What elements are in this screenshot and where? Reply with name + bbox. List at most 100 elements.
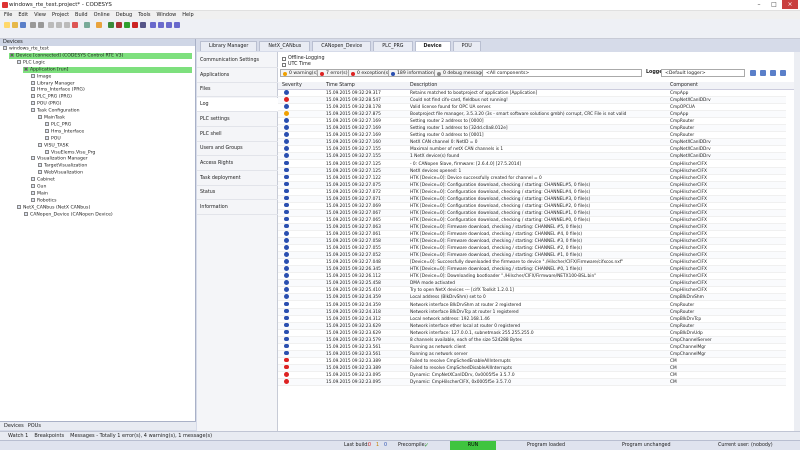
menu-window[interactable]: Window [157,11,177,19]
component-select[interactable]: <All components> [482,69,642,77]
device-nav-item[interactable]: Communication Settings [197,54,278,68]
log-row[interactable]: 15.09.2015 09:32:27.065 HTK [Device=0]: C… [278,216,786,224]
reset-icon[interactable] [140,22,146,28]
cut-icon[interactable] [48,22,54,28]
log-row[interactable]: 15.09.2015 09:32:27.072 HTK [Device=0]: C… [278,188,786,196]
log-row[interactable]: 15.09.2015 09:32:27.875 Bootproject file … [278,111,786,119]
menu-edit[interactable]: Edit [18,11,28,19]
device-nav-item[interactable]: Users and Groups [197,142,278,157]
doc-tab[interactable]: Device [414,41,451,51]
log-row[interactable]: 15.09.2015 09:32:23.389 Failed to resolve… [278,364,786,372]
start-icon[interactable] [124,22,130,28]
log-row[interactable]: 15.09.2015 09:32:27.048 [Device=0]: Succe… [278,259,786,267]
tree-item[interactable]: VisuElems.Visu_Prg [44,149,192,156]
device-nav-item[interactable]: PLC settings [197,113,278,127]
device-nav-item[interactable]: Applications [197,69,278,83]
menu-online[interactable]: Online [94,11,110,19]
log-row[interactable]: 15.09.2015 09:32:27.169 Setting router 1 … [278,125,786,133]
log-row[interactable]: 15.09.2015 09:32:27.075 HTK [Device=0]: C… [278,181,786,189]
log-row[interactable]: 15.09.2015 09:32:27.169 Setting router 0 … [278,132,786,140]
tab-watch-1[interactable]: Watch 1 [8,432,28,440]
doc-tab[interactable]: CANopen_Device [312,41,372,51]
log-row[interactable]: 15.09.2015 09:32:23.095 Dynamic: CmpNetXC… [278,372,786,380]
log-row[interactable]: 15.09.2015 09:32:23.561 Running as networ… [278,343,786,351]
log-row[interactable]: 15.09.2015 09:32:23.579 8 channels availa… [278,336,786,344]
log-row[interactable]: 15.09.2015 09:32:25.458 DMA mode activate… [278,280,786,288]
log-row[interactable]: 15.09.2015 09:32:23.629 Network interface… [278,329,786,337]
menu-debug[interactable]: Debug [116,11,132,19]
tree-item[interactable]: TargetVisualization [37,163,192,169]
tree-item[interactable]: Image [30,73,192,80]
log-row[interactable]: 15.09.2015 09:32:28.547 Could not find ci… [278,97,786,105]
device-nav-item[interactable]: Files [197,83,278,98]
tree-item[interactable]: Application [run] [23,66,192,73]
paste-icon[interactable] [64,22,70,28]
col-description[interactable]: Description [410,82,437,90]
menu-help[interactable]: Help [182,11,193,19]
copy-icon[interactable] [56,22,62,28]
tab-messages[interactable]: Messages - Totally 1 error(s), 4 warning… [70,432,212,440]
log-row[interactable]: 15.09.2015 09:32:27.125 NetX devices open… [278,167,786,175]
log-row[interactable]: 15.09.2015 09:32:27.058 HTK [Device=0]: F… [278,238,786,246]
log-row[interactable]: 15.09.2015 09:32:23.629 Network interface… [278,322,786,330]
log-row[interactable]: 15.09.2015 09:32:25.410 Try to open NetX … [278,287,786,295]
breakpoint-icon[interactable] [150,22,156,28]
step-over-icon[interactable] [158,22,164,28]
filter-warnings-button[interactable]: 0 warning(s) [280,69,322,77]
stop-icon[interactable] [132,22,138,28]
utc-time-checkbox[interactable] [282,63,286,67]
menu-build[interactable]: Build [75,11,88,19]
offline-logging-checkbox[interactable] [282,57,286,61]
log-row[interactable]: 15.09.2015 09:32:27.071 HTK [Device=0]: C… [278,195,786,203]
log-row[interactable]: 15.09.2015 09:32:26.345 HTK [Device=0]: F… [278,266,786,274]
log-row[interactable]: 15.09.2015 09:32:27.061 HTK [Device=0]: F… [278,231,786,239]
tree-item[interactable]: Robotics [30,197,192,204]
maximize-button[interactable]: □ [767,0,781,9]
menu-file[interactable]: File [4,11,12,19]
doc-tab[interactable]: Library Manager [200,41,258,51]
build-warning-count[interactable]: 1 [376,441,379,450]
log-row[interactable]: 15.09.2015 09:32:28.178 Valid license fou… [278,104,786,112]
build-icon[interactable] [96,22,102,28]
device-nav-item[interactable]: Log [197,98,278,113]
upload-log-icon[interactable] [780,70,786,76]
tree-item[interactable]: Visualization Manager [30,156,192,162]
log-row[interactable]: 15.09.2015 09:32:23.561 Running as networ… [278,350,786,358]
doc-tab[interactable]: NetX_CANbus [259,41,311,51]
log-row[interactable]: 15.09.2015 09:32:24.359 Local address (Bl… [278,294,786,302]
log-row[interactable]: 15.09.2015 09:32:27.160 NetX CAN channel … [278,139,786,147]
open-project-icon[interactable] [12,22,18,28]
doc-tab[interactable]: POU [452,41,481,51]
build-message-count[interactable]: 0 [384,441,387,450]
logger-select[interactable]: <Default logger> [661,69,745,77]
device-nav-item[interactable]: Access Rights [197,157,278,171]
tree-item[interactable]: PLC_PRG [44,121,192,128]
save-icon[interactable] [20,22,26,28]
tree-item[interactable]: VISU_TASK [37,142,192,149]
menu-view[interactable]: View [34,11,46,19]
tree-item[interactable]: Task Configuration [30,108,192,114]
tab-devices[interactable]: Devices [4,422,24,430]
device-nav-item[interactable]: PLC shell [197,128,278,142]
tree-item[interactable]: WebVisualization [37,170,192,176]
log-row[interactable]: 15.09.2015 09:32:27.155 Maximal number of… [278,146,786,154]
log-row[interactable]: 15.09.2015 09:32:27.069 HTK [Device=0]: C… [278,202,786,210]
step-out-icon[interactable] [174,22,180,28]
log-scrollbar[interactable] [794,52,800,432]
tree-item[interactable]: NetX_CANbus (NetX CANbus) [16,204,192,211]
clear-log-icon[interactable] [760,70,766,76]
doc-tab[interactable]: PLC_PRG [373,41,413,51]
tree-item[interactable]: Library Manager [30,80,192,87]
minimize-button[interactable]: – [752,0,766,9]
log-row[interactable]: 15.09.2015 09:32:27.122 HTK [Device=0]: D… [278,174,786,182]
tree-item[interactable]: Gun [30,184,192,190]
log-row[interactable]: 15.09.2015 09:32:23.095 Dynamic: CmpHilsc… [278,379,786,387]
filter-exceptions-button[interactable]: 0 exception(s) [348,69,394,77]
new-project-icon[interactable] [4,22,10,28]
tab-pous[interactable]: POUs [28,422,41,430]
refresh-icon[interactable] [750,70,756,76]
col-component[interactable]: Component [670,82,698,90]
log-row[interactable]: 15.09.2015 09:32:27.155 1 NetX device(s) … [278,153,786,161]
tab-breakpoints[interactable]: Breakpoints [34,432,64,440]
tree-item[interactable]: Device [connected] (CODESYS Control RTE … [9,52,192,59]
